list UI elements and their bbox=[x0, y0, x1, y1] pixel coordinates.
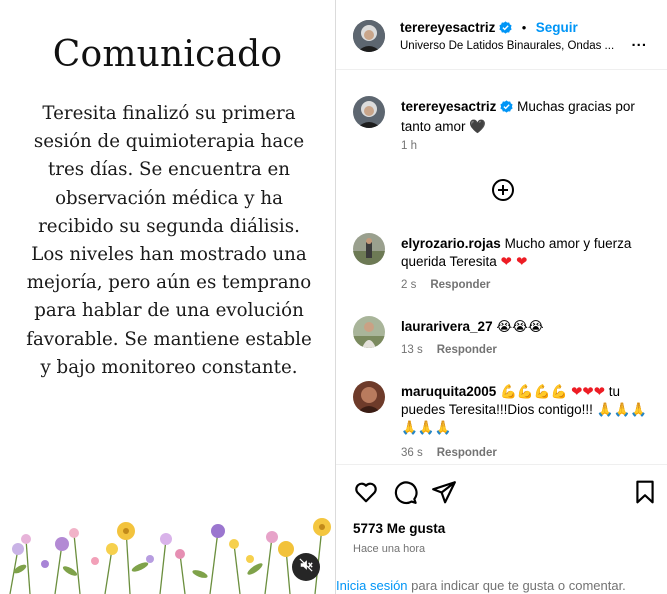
author-avatar[interactable] bbox=[353, 20, 385, 52]
audio-attribution-link[interactable]: Universo De Latidos Binaurales, Ondas ..… bbox=[400, 40, 614, 52]
follow-button[interactable]: Seguir bbox=[536, 20, 578, 35]
reply-button[interactable]: Responder bbox=[430, 279, 490, 291]
comments-list: terereyesactriz Muchas gracias por tanto… bbox=[336, 71, 667, 464]
commenter-avatar[interactable] bbox=[353, 381, 385, 413]
verified-badge-icon bbox=[500, 100, 513, 118]
post-body-text: Teresita finalizó su primera sesión de q… bbox=[26, 103, 312, 378]
comment-body: laurarivera_27 😭😭😭 bbox=[401, 318, 661, 336]
comment-time[interactable]: 36 s bbox=[401, 447, 423, 459]
flexed-biceps-emoji: 💪💪💪💪 bbox=[500, 384, 568, 400]
crying-face-emoji: 😭😭😭 bbox=[496, 319, 544, 335]
comment-body: terereyesactriz Muchas gracias por tanto… bbox=[401, 98, 661, 136]
verified-badge-icon bbox=[499, 21, 512, 39]
caption-comment: terereyesactriz Muchas gracias por tanto… bbox=[353, 96, 653, 156]
bookmark-icon[interactable] bbox=[632, 479, 658, 505]
post-timestamp: Hace una hora bbox=[353, 543, 426, 555]
load-more-comments-button[interactable] bbox=[491, 178, 515, 202]
header-separator: • bbox=[521, 20, 527, 35]
likes-count[interactable]: 5773 Me gusta bbox=[353, 521, 445, 536]
commenter-avatar[interactable] bbox=[353, 233, 385, 265]
post-title: Comunicado bbox=[52, 34, 283, 75]
comment-username[interactable]: terereyesactriz bbox=[401, 99, 496, 114]
share-icon[interactable] bbox=[431, 479, 457, 505]
comment-time[interactable]: 1 h bbox=[401, 140, 417, 152]
comment-meta: 36 s Responder bbox=[401, 447, 497, 459]
comment-username[interactable]: laurarivera_27 bbox=[401, 319, 493, 334]
author-username[interactable]: terereyesactriz bbox=[400, 20, 495, 35]
commenter-avatar[interactable] bbox=[353, 316, 385, 348]
wildflowers-illustration bbox=[9, 518, 331, 594]
red-heart-emoji: ❤❤❤ bbox=[571, 384, 606, 400]
mute-toggle-button[interactable] bbox=[292, 553, 320, 581]
black-heart-emoji: 🖤 bbox=[469, 119, 487, 135]
post-header: terereyesactriz • Seguir Universo De Lat… bbox=[336, 0, 667, 70]
comment-item: elyrozario.rojas Mucho amor y fuerza que… bbox=[353, 233, 653, 295]
post-media[interactable]: Comunicado Teresita finalizó su primera … bbox=[0, 0, 335, 594]
comment-meta: 13 s Responder bbox=[401, 344, 497, 356]
heart-icon[interactable] bbox=[353, 479, 379, 505]
plus-circle-icon bbox=[491, 179, 515, 206]
login-prompt: Inicia sesión para indicar que te gusta … bbox=[336, 578, 626, 593]
comment-time[interactable]: 13 s bbox=[401, 344, 423, 356]
red-heart-emoji: ❤ ❤ bbox=[500, 254, 528, 270]
comment-meta: 2 s Responder bbox=[401, 279, 490, 291]
comment-meta: 1 h bbox=[401, 140, 417, 152]
login-prompt-text: para indicar que te gusta o comentar. bbox=[407, 578, 626, 593]
comment-icon[interactable] bbox=[392, 479, 418, 505]
login-link[interactable]: Inicia sesión bbox=[336, 578, 408, 593]
comment-username[interactable]: maruquita2005 bbox=[401, 384, 496, 399]
reply-button[interactable]: Responder bbox=[437, 447, 497, 459]
comment-body: maruquita2005 💪💪💪💪 ❤❤❤ tu puedes Teresit… bbox=[401, 383, 661, 437]
comment-time[interactable]: 2 s bbox=[401, 279, 416, 291]
post-actions-bar: 5773 Me gusta Hace una hora Inicia sesió… bbox=[336, 464, 667, 594]
more-options-button[interactable]: ... bbox=[631, 33, 647, 50]
comment-item: laurarivera_27 😭😭😭 13 s Responder bbox=[353, 316, 653, 361]
comment-username[interactable]: elyrozario.rojas bbox=[401, 236, 501, 251]
comment-body: elyrozario.rojas Mucho amor y fuerza que… bbox=[401, 235, 661, 271]
post-side-panel: terereyesactriz • Seguir Universo De Lat… bbox=[336, 0, 667, 594]
comment-item: maruquita2005 💪💪💪💪 ❤❤❤ tu puedes Teresit… bbox=[353, 381, 653, 463]
speaker-muted-icon bbox=[299, 557, 313, 577]
author-avatar[interactable] bbox=[353, 96, 385, 128]
reply-button[interactable]: Responder bbox=[437, 344, 497, 356]
